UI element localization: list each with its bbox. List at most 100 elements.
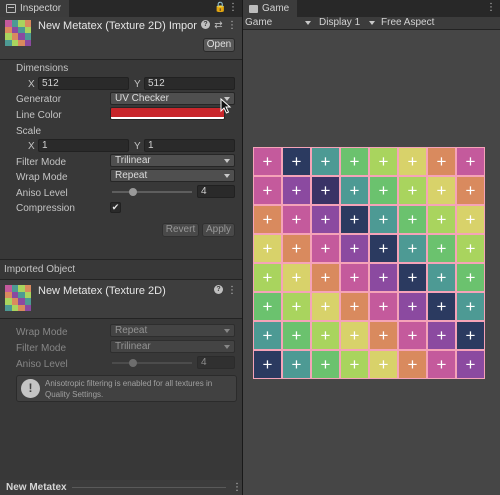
checker-cell: + bbox=[340, 176, 369, 205]
tab-game[interactable]: Game bbox=[243, 0, 298, 17]
scale-x-field[interactable]: 1 bbox=[38, 139, 129, 152]
checker-cell: + bbox=[456, 176, 485, 205]
checker-cell: + bbox=[340, 234, 369, 263]
imported-filter-mode-label: Filter Mode bbox=[16, 343, 67, 354]
generator-label: Generator bbox=[16, 94, 62, 105]
checker-cell: + bbox=[369, 350, 398, 379]
preview-bar[interactable]: New Metatex ⋮ bbox=[0, 480, 242, 495]
uv-checker-texture: + + + + + + + + + + + + + + + + + + + + + + + + + + + + + + + + + + + + + + + +… bbox=[253, 147, 488, 382]
checker-cell: + bbox=[311, 147, 340, 176]
tab-inspector[interactable]: Inspector bbox=[0, 0, 70, 17]
game-toolbar: Game Display 1 Free Aspect bbox=[243, 17, 500, 30]
helpbox-message: Anisotropic filtering is enabled for all… bbox=[45, 379, 213, 399]
checker-cell: + bbox=[311, 205, 340, 234]
dimensions-label: Dimensions bbox=[16, 63, 69, 74]
aniso-slider-track[interactable] bbox=[112, 191, 192, 193]
checker-cell: + bbox=[311, 350, 340, 379]
checker-cell: + bbox=[398, 321, 427, 350]
aniso-level-label: Aniso Level bbox=[16, 188, 68, 199]
imported-object-label: Imported Object bbox=[4, 264, 76, 275]
wrap-mode-dropdown[interactable]: Repeat bbox=[110, 169, 235, 182]
checker-cell: + bbox=[253, 234, 282, 263]
game-tabbar: Game ⋮ bbox=[243, 0, 500, 17]
lock-icon[interactable]: 🔒 bbox=[214, 2, 226, 13]
preset-icon[interactable]: ⇄ bbox=[214, 20, 223, 31]
checker-cell: + bbox=[427, 321, 456, 350]
checker-cell: + bbox=[369, 147, 398, 176]
generator-dropdown[interactable]: UV Checker bbox=[110, 92, 235, 105]
texture-thumbnail bbox=[5, 285, 31, 311]
checker-cell: + bbox=[398, 147, 427, 176]
dim-x-field[interactable]: 512 bbox=[38, 77, 129, 90]
game-view-dropdown[interactable]: Game bbox=[243, 17, 313, 29]
imported-asset-title: New Metatex (Texture 2D) bbox=[38, 285, 166, 297]
inspector-tab-tools: 🔒 ⋮ bbox=[214, 2, 238, 13]
checker-cell: + bbox=[398, 205, 427, 234]
checker-cell: + bbox=[311, 263, 340, 292]
revert-button[interactable]: Revert bbox=[162, 223, 199, 237]
checker-cell: + bbox=[398, 176, 427, 205]
filter-mode-dropdown[interactable]: Trilinear bbox=[110, 154, 235, 167]
display-dropdown[interactable]: Display 1 bbox=[317, 17, 377, 29]
dim-y-field[interactable]: 512 bbox=[144, 77, 235, 90]
divider bbox=[0, 259, 242, 260]
checker-cell: + bbox=[253, 292, 282, 321]
kebab-menu-icon[interactable]: ⋮ bbox=[486, 2, 496, 13]
checker-cell: + bbox=[456, 292, 485, 321]
tab-inspector-label: Inspector bbox=[20, 3, 62, 14]
checker-cell: + bbox=[340, 147, 369, 176]
tab-game-label: Game bbox=[262, 3, 290, 14]
checker-cell: + bbox=[282, 292, 311, 321]
checker-cell: + bbox=[427, 234, 456, 263]
scale-label: Scale bbox=[16, 126, 42, 137]
checker-cell: + bbox=[456, 147, 485, 176]
line-color-field[interactable] bbox=[110, 107, 225, 120]
imported-wrap-mode-dropdown: Repeat bbox=[110, 324, 235, 337]
line-color-fill bbox=[111, 108, 224, 117]
open-button[interactable]: Open bbox=[203, 38, 235, 52]
checker-cell: + bbox=[282, 147, 311, 176]
checker-cell: + bbox=[253, 147, 282, 176]
checker-cell: + bbox=[253, 205, 282, 234]
aspect-value: Free Aspect bbox=[381, 17, 435, 28]
scale-y-field[interactable]: 1 bbox=[144, 139, 235, 152]
imported-wrap-mode-value: Repeat bbox=[115, 325, 148, 336]
mouse-cursor-icon bbox=[220, 98, 232, 114]
checker-cell: + bbox=[253, 263, 282, 292]
aniso-level-field[interactable]: 4 bbox=[197, 185, 235, 198]
checker-cell: + bbox=[369, 205, 398, 234]
preview-drag-handle[interactable] bbox=[72, 487, 226, 488]
kebab-menu-icon[interactable]: ⋮ bbox=[232, 482, 242, 493]
imported-asset-header: New Metatex (Texture 2D) ? ⋮ bbox=[0, 280, 242, 318]
checker-cell: + bbox=[398, 350, 427, 379]
imported-filter-mode-dropdown: Trilinear bbox=[110, 340, 235, 353]
inspector-icon bbox=[6, 4, 16, 13]
checker-cell: + bbox=[282, 321, 311, 350]
help-icon[interactable]: ? bbox=[201, 20, 210, 29]
checker-cell: + bbox=[427, 263, 456, 292]
kebab-menu-icon[interactable]: ⋮ bbox=[227, 285, 237, 296]
checker-cell: + bbox=[282, 263, 311, 292]
checker-cell: + bbox=[340, 321, 369, 350]
imported-aniso-field: 4 bbox=[197, 356, 235, 369]
checker-cell: + bbox=[427, 205, 456, 234]
imported-aniso-label: Aniso Level bbox=[16, 359, 68, 370]
display-value: Display 1 bbox=[319, 17, 361, 28]
help-icon[interactable]: ? bbox=[214, 285, 223, 294]
generator-value: UV Checker bbox=[115, 93, 169, 104]
checker-cell: + bbox=[427, 176, 456, 205]
aniso-slider-handle[interactable] bbox=[129, 188, 137, 196]
inspector-panel: Inspector 🔒 ⋮ New Metatex (Texture 2D) I… bbox=[0, 0, 242, 495]
aspect-dropdown[interactable]: Free Aspect bbox=[379, 17, 459, 29]
apply-button[interactable]: Apply bbox=[202, 223, 235, 237]
checker-cell: + bbox=[282, 234, 311, 263]
kebab-menu-icon[interactable]: ⋮ bbox=[227, 20, 237, 31]
checker-cell: + bbox=[311, 292, 340, 321]
compression-checkbox[interactable]: ✔ bbox=[110, 202, 121, 213]
scale-x-label: X bbox=[28, 141, 35, 152]
kebab-menu-icon[interactable]: ⋮ bbox=[228, 2, 238, 13]
alpha-bar bbox=[111, 117, 224, 119]
texture-thumbnail bbox=[5, 20, 31, 46]
checker-cell: + bbox=[456, 350, 485, 379]
imported-header-icons: ? ⋮ bbox=[214, 285, 237, 296]
